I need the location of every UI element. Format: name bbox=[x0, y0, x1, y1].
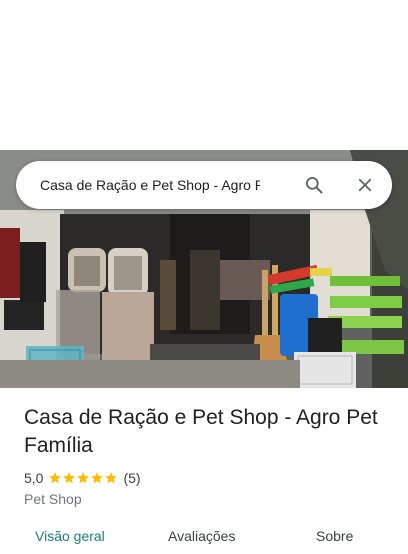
place-tabs: Visão geral Avaliações Sobre bbox=[0, 524, 408, 554]
tab-about[interactable]: Sobre bbox=[316, 528, 353, 544]
tab-reviews[interactable]: Avaliações bbox=[168, 528, 235, 544]
tab-overview[interactable]: Visão geral bbox=[35, 528, 105, 544]
star-icon bbox=[91, 472, 104, 484]
close-button[interactable] bbox=[353, 173, 377, 197]
rating-value: 5,0 bbox=[24, 470, 44, 486]
search-button[interactable] bbox=[302, 173, 326, 197]
search-icon bbox=[306, 177, 323, 194]
star-icon bbox=[77, 472, 90, 484]
star-icon bbox=[49, 472, 62, 484]
star-icon bbox=[105, 472, 118, 484]
search-bar[interactable]: Casa de Ração e Pet Shop - Agro Pet Famí… bbox=[16, 161, 392, 209]
rating-stars bbox=[48, 471, 118, 485]
rating-row[interactable]: 5,0 (5) bbox=[24, 469, 141, 487]
place-title: Casa de Ração e Pet Shop - Agro Pet Famí… bbox=[24, 406, 378, 457]
search-input[interactable]: Casa de Ração e Pet Shop - Agro Pet Famí… bbox=[40, 161, 260, 209]
star-icon bbox=[63, 472, 76, 484]
place-category[interactable]: Pet Shop bbox=[24, 490, 82, 508]
close-icon bbox=[358, 178, 372, 192]
review-count[interactable]: (5) bbox=[123, 470, 140, 486]
map-blank-area bbox=[0, 0, 408, 150]
